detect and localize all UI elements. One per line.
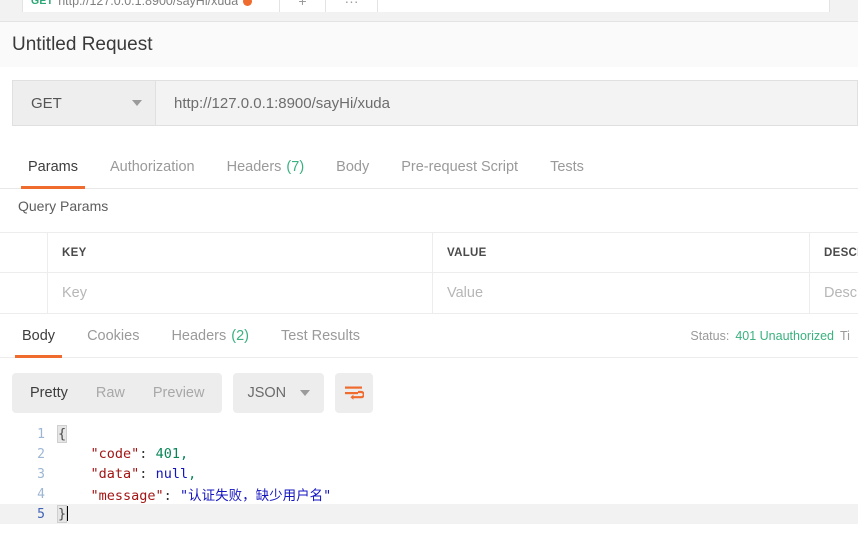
tab-more-options-button[interactable]: ··· (326, 0, 378, 12)
json-value: "认证失败，缺少用户名" (179, 488, 332, 504)
tab-tests[interactable]: Tests (534, 145, 600, 189)
query-params-table: KEY VALUE DESCRI Key Value Descr (0, 232, 858, 314)
status-badge: 401 Unauthorized (735, 329, 834, 343)
tab-authorization-label: Authorization (109, 158, 195, 175)
url-bar: GET http://127.0.0.1:8900/sayHi/xuda (12, 80, 858, 126)
response-format-selector[interactable]: JSON (233, 373, 325, 413)
json-separator: : (139, 466, 156, 482)
response-tab-headers[interactable]: Headers (2) (155, 314, 265, 358)
response-format-label: JSON (247, 385, 287, 401)
key-input[interactable]: Key (48, 273, 433, 313)
line-number: 4 (37, 486, 45, 502)
json-separator: : (139, 446, 156, 462)
code-brace-close: } (56, 505, 68, 523)
response-tab-test-results[interactable]: Test Results (265, 314, 376, 358)
http-method-selector[interactable]: GET (12, 80, 155, 126)
tab-authorization[interactable]: Authorization (94, 145, 211, 189)
response-tab-headers-count: (2) (231, 327, 249, 344)
request-tab-strip: GET http://127.0.0.1:8900/sayHi/xuda + ·… (0, 0, 858, 22)
tab-body-label: Body (336, 158, 370, 175)
view-mode-preview[interactable]: Preview (139, 373, 219, 413)
status-label: Status: (690, 329, 730, 343)
response-tab-body-label: Body (22, 327, 56, 344)
json-value: null (155, 466, 189, 482)
header-description: DESCRI (824, 246, 858, 259)
response-body-toolbar: Pretty Raw Preview JSON (12, 372, 858, 414)
json-key: "message" (90, 488, 164, 504)
response-time-label: Ti (840, 329, 850, 343)
json-comma: , (188, 466, 197, 482)
view-mode-switch: Pretty Raw Preview (12, 373, 223, 413)
line-number: 1 (37, 426, 45, 442)
view-mode-raw[interactable]: Raw (82, 373, 139, 413)
url-input[interactable]: http://127.0.0.1:8900/sayHi/xuda (155, 80, 858, 126)
tab-pre-request-script[interactable]: Pre-request Script (385, 145, 534, 189)
request-title: Untitled Request (0, 22, 858, 67)
header-checkbox-cell (0, 233, 48, 272)
tab-params-label: Params (28, 158, 78, 175)
header-key: KEY (48, 233, 433, 272)
chevron-down-icon (132, 100, 142, 106)
tab-strip-tail (830, 0, 858, 21)
word-wrap-toggle[interactable] (335, 373, 374, 413)
tab-strip-filler (378, 0, 830, 12)
row-checkbox[interactable] (0, 273, 48, 313)
tab-headers-label: Headers (226, 158, 282, 175)
json-comma: , (179, 446, 189, 462)
http-method-label: GET (31, 94, 62, 112)
unsaved-changes-dot (243, 0, 253, 6)
response-tab-cookies-label: Cookies (87, 327, 140, 344)
word-wrap-icon (345, 386, 365, 400)
table-row[interactable]: Key Value Descr (0, 273, 858, 314)
request-tab-active[interactable]: GET http://127.0.0.1:8900/sayHi/xuda (22, 0, 280, 12)
line-number: 2 (37, 446, 45, 462)
tab-pre-request-script-label: Pre-request Script (401, 158, 519, 175)
code-line: 2 "code": 401, (0, 444, 858, 464)
line-number: 5 (37, 506, 45, 522)
tab-tests-label: Tests (550, 158, 584, 175)
new-tab-button[interactable]: + (280, 0, 326, 12)
value-input[interactable]: Value (433, 273, 810, 313)
response-status-bar: Status: 401 Unauthorized Ti (690, 314, 858, 358)
response-body-editor[interactable]: 1 { 2 "code": 401, 3 "data": null, 4 "me… (0, 424, 858, 534)
description-input[interactable]: Descr (810, 273, 858, 313)
request-section-tabs: Params Authorization Headers (7) Body Pr… (0, 145, 858, 189)
tab-headers-count: (7) (286, 158, 305, 175)
response-tab-headers-label: Headers (171, 327, 227, 344)
text-cursor (67, 506, 69, 521)
tab-body[interactable]: Body (320, 145, 385, 189)
code-brace-open: { (56, 425, 68, 443)
request-tab-url: http://127.0.0.1:8900/sayHi/xuda (58, 0, 239, 8)
code-line-active: 5 } (0, 504, 858, 524)
query-params-label: Query Params (18, 198, 109, 214)
url-input-value: http://127.0.0.1:8900/sayHi/xuda (174, 94, 390, 112)
json-separator: : (163, 488, 180, 504)
tab-headers[interactable]: Headers (7) (211, 145, 321, 189)
tab-params[interactable]: Params (12, 145, 94, 189)
code-line: 3 "data": null, (0, 464, 858, 484)
code-line: 4 "message": "认证失败，缺少用户名" (0, 484, 858, 505)
chevron-down-icon (300, 390, 311, 396)
request-tab-method: GET (31, 0, 54, 7)
query-params-header-row: KEY VALUE DESCRI (0, 232, 858, 273)
postman-request-window: GET http://127.0.0.1:8900/sayHi/xuda + ·… (0, 0, 858, 534)
response-tab-cookies[interactable]: Cookies (71, 314, 155, 358)
json-value: 401 (155, 446, 180, 462)
response-tab-body[interactable]: Body (6, 314, 71, 358)
json-key: "data" (90, 466, 140, 482)
line-number: 3 (37, 466, 45, 482)
json-key: "code" (90, 446, 140, 462)
code-line: 1 { (0, 424, 858, 444)
response-tab-test-results-label: Test Results (281, 327, 360, 344)
view-mode-pretty[interactable]: Pretty (16, 373, 82, 413)
header-value: VALUE (433, 233, 810, 272)
